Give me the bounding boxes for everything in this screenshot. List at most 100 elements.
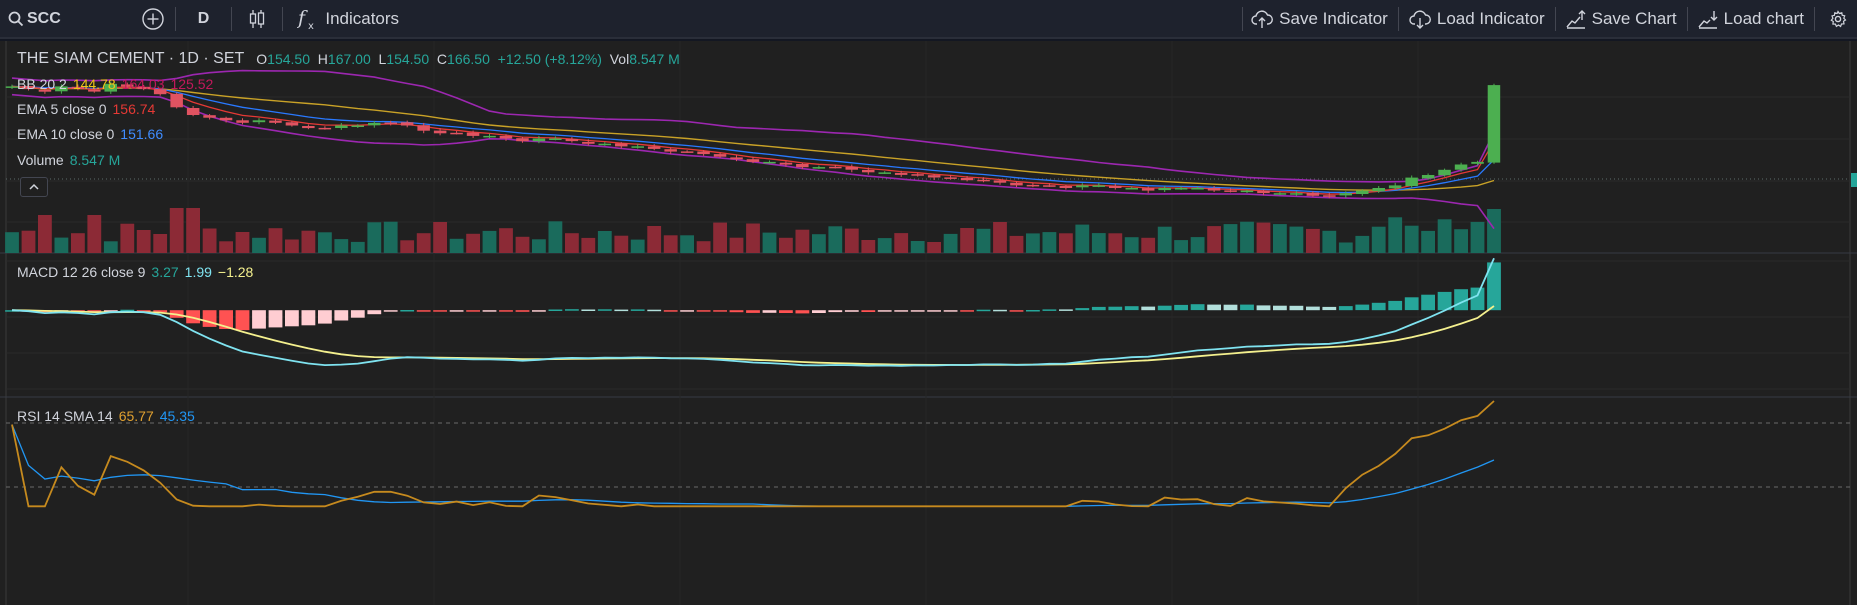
volume-bar [1223,224,1238,253]
candle-body [1010,182,1023,186]
volume-bar [894,233,909,253]
candle-body [532,138,546,142]
candle-body [1109,186,1122,188]
price-chart[interactable] [0,41,1857,605]
volume-bar [861,240,876,253]
load-chart-button[interactable]: Load chart [1688,0,1814,38]
save-indicator-button[interactable]: Save Indicator [1243,0,1398,38]
volume-label: Vol [609,51,630,67]
macd-legend[interactable]: MACD 12 26 close 9 3.27 1.99 −1.28 [17,264,253,280]
volume-bar [1141,237,1156,253]
main-legend-title: THE SIAM CEMENT · 1D · SET O154.50 H167.… [17,50,680,68]
volume-bar [1289,226,1304,253]
volume-bar [87,215,102,253]
volume-legend[interactable]: Volume 8.547 M [17,152,120,168]
ema10-legend[interactable]: EMA 10 close 0 151.66 [17,126,163,142]
volume-bar [1174,240,1188,253]
volume-bar [1454,229,1468,253]
macd-histogram-bar [383,310,398,312]
save-chart-button[interactable]: Save Chart [1556,0,1687,38]
candle-body [977,179,990,182]
candle-body [302,126,315,129]
candle-body [1043,185,1056,187]
candle-body [1174,188,1188,190]
volume-bar [927,242,941,253]
candle-body [1273,193,1287,195]
chart-download-icon [1698,10,1718,29]
candle-body [1454,164,1468,170]
function-icon: fx [297,7,314,31]
load-indicator-button[interactable]: Load Indicator [1399,0,1555,38]
volume-bar [169,208,184,253]
candle-body [335,125,348,128]
volume-bar [762,232,777,253]
candle-body [1158,188,1171,191]
volume-bar [828,226,843,253]
load-indicator-label: Load Indicator [1436,8,1545,28]
rsi-sma-value: 45.35 [159,408,195,424]
candle-body [878,172,891,174]
macd-histogram-bar [812,310,826,313]
bb-lower-value: 125.52 [170,76,214,92]
macd-histogram-bar [334,310,349,321]
candle-body [894,172,908,175]
chart-type-button[interactable] [232,0,282,38]
candle-body [368,122,381,126]
volume-bar [383,221,398,253]
ema5-legend[interactable]: EMA 5 close 0 156.74 [17,101,155,117]
candle-body [993,180,1007,183]
volume-bar [268,228,283,253]
candle-body [647,146,661,149]
volume-bar [334,239,349,253]
macd-signal-line [11,305,1495,366]
volume-bar [252,237,266,253]
collapse-legend-button[interactable] [20,177,48,197]
macd-histogram-bar [1404,297,1419,311]
candle-body [1339,193,1352,196]
macd-histogram-bar [285,310,299,327]
macd-histogram-bar [1223,304,1238,311]
volume-bar [1470,221,1485,253]
compare-add-button[interactable] [131,0,175,38]
high-value: 167.00 [327,51,371,67]
close-value: 166.50 [447,51,490,67]
volume-bar [466,233,480,253]
bb-legend[interactable]: BB 20 2 144.78 164.03 125.52 [17,76,213,92]
candle-body [186,108,200,115]
volume-bar [713,222,727,253]
ema5-value: 156.74 [112,101,156,117]
macd-histogram-bar [630,309,645,311]
candle-body [433,130,447,134]
volume-bar [1059,233,1073,253]
candle-body [845,166,858,170]
chart-area[interactable]: THE SIAM CEMENT · 1D · SET O154.50 H167.… [0,41,1857,605]
macd-histogram-bar [1108,306,1123,311]
volume-bar [647,226,662,253]
candle-body [466,132,480,136]
candle-body [713,154,727,157]
save-indicator-label: Save Indicator [1279,8,1388,28]
volume-bar [1273,224,1287,253]
candle-body [351,125,364,127]
indicators-button[interactable]: fx Indicators [283,0,409,38]
volume-bar [1157,226,1172,253]
rsi-legend[interactable]: RSI 14 SMA 14 65.77 45.35 [17,408,195,424]
volume-bar [1306,228,1320,253]
settings-button[interactable] [1815,0,1857,38]
candle-body [779,162,793,165]
macd-histogram-bar [1273,305,1287,311]
volume-bar [680,235,694,253]
volume-bar [219,241,233,253]
volume-bar [433,222,447,253]
macd-histogram-bar [268,310,283,328]
symbol-search-button[interactable]: SCC [0,0,71,38]
macd-histogram-bar [1421,294,1435,311]
candle-body [1224,190,1237,192]
volume-bar [1404,225,1419,253]
candle-body [269,120,282,123]
candle-body [1421,175,1435,179]
macd-histogram-bar [910,310,925,312]
macd-histogram-bar [647,309,662,312]
interval-button[interactable]: D [176,0,232,38]
macd-histogram-bar [713,310,727,312]
